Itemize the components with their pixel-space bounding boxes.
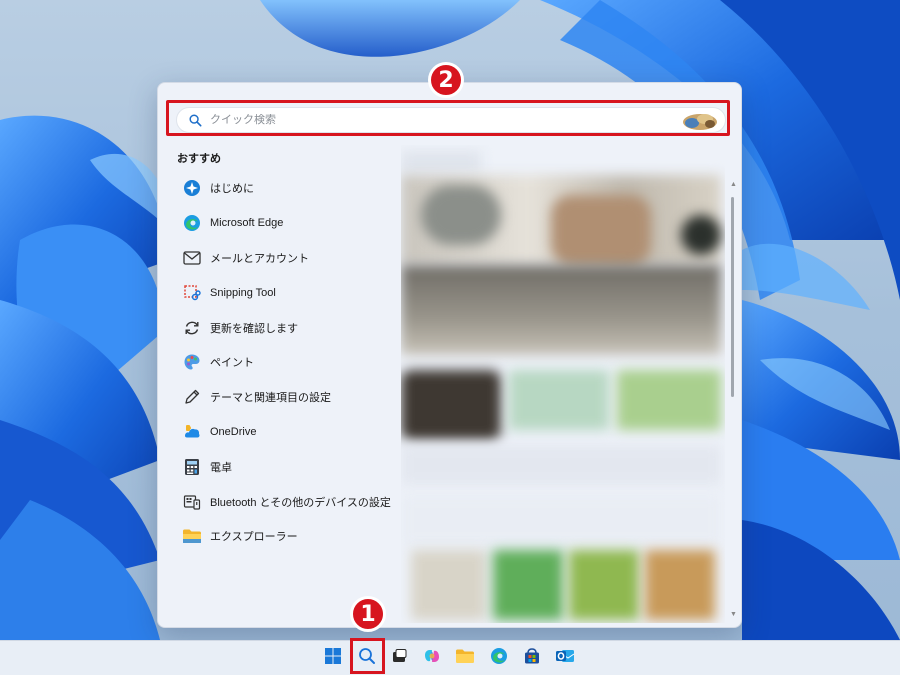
- blurred-tile: [401, 445, 721, 485]
- annotation-badge-2: 2: [428, 62, 464, 98]
- paint-palette-icon: [182, 352, 202, 372]
- taskbar-start-button[interactable]: [320, 645, 346, 671]
- list-item-paint[interactable]: ペイント: [172, 345, 396, 380]
- blurred-tile: [401, 370, 501, 440]
- mail-icon: [182, 248, 202, 268]
- annotation-badge-1: 1: [350, 596, 386, 632]
- blurred-tile: [421, 185, 501, 245]
- snipping-tool-icon: [182, 283, 202, 303]
- blurred-tile: [401, 265, 721, 355]
- pen-icon: [182, 387, 202, 407]
- blurred-tile: [493, 550, 563, 620]
- outlook-icon: [555, 647, 575, 670]
- list-item-onedrive[interactable]: OneDrive: [172, 415, 396, 450]
- store-icon: [523, 647, 541, 670]
- list-item-label: OneDrive: [210, 425, 257, 438]
- blurred-tile: [401, 495, 721, 545]
- calculator-icon: [182, 457, 202, 477]
- annotation-highlight-search-box: [166, 100, 730, 136]
- scroll-up-arrow-icon[interactable]: ▲: [730, 181, 737, 188]
- blurred-tile: [681, 215, 721, 255]
- taskbar-outlook-button[interactable]: [552, 645, 578, 671]
- blurred-tile: [617, 370, 721, 430]
- blurred-tile: [509, 370, 609, 430]
- blurred-content-area: [401, 145, 725, 623]
- recommended-heading: おすすめ: [177, 153, 221, 165]
- taskbar-store-button[interactable]: [519, 645, 545, 671]
- list-item-label: 更新を確認します: [210, 322, 298, 335]
- list-item-snipping-tool[interactable]: Snipping Tool: [172, 275, 396, 310]
- taskbar: [0, 640, 900, 675]
- devices-icon: [182, 492, 202, 512]
- search-panel: おすすめ はじめに Microsoft Edge メールとアカウント Snipp…: [157, 82, 742, 628]
- blurred-tile: [411, 550, 486, 620]
- blurred-tile: [569, 550, 639, 620]
- blurred-tile: [645, 550, 715, 620]
- list-item-get-started[interactable]: はじめに: [172, 171, 396, 206]
- blurred-tile: [551, 195, 651, 265]
- folder-icon: [182, 526, 202, 546]
- list-item-label: はじめに: [210, 183, 254, 196]
- copilot-icon: [423, 647, 441, 670]
- scroll-down-arrow-icon[interactable]: ▼: [730, 611, 737, 618]
- get-started-icon: [182, 178, 202, 198]
- onedrive-icon: [182, 422, 202, 442]
- scroll-thumb[interactable]: [731, 197, 734, 397]
- task-view-icon: [390, 647, 408, 670]
- list-item-file-explorer[interactable]: エクスプローラー: [172, 519, 396, 554]
- list-item-label: 電卓: [210, 461, 232, 474]
- taskbar-file-explorer-button[interactable]: [452, 645, 478, 671]
- list-item-check-updates[interactable]: 更新を確認します: [172, 310, 396, 345]
- list-item-label: Bluetooth とその他のデバイスの設定: [210, 496, 391, 509]
- list-item-edge[interactable]: Microsoft Edge: [172, 206, 396, 241]
- file-explorer-icon: [455, 648, 475, 669]
- taskbar-copilot-button[interactable]: [419, 645, 445, 671]
- annotation-highlight-taskbar-search: [350, 638, 385, 674]
- taskbar-edge-button[interactable]: [486, 645, 512, 671]
- recommended-list: はじめに Microsoft Edge メールとアカウント Snipping T…: [172, 171, 396, 554]
- edge-icon: [182, 213, 202, 233]
- list-item-bluetooth-settings[interactable]: Bluetooth とその他のデバイスの設定: [172, 484, 396, 519]
- refresh-icon: [182, 318, 202, 338]
- list-item-label: ペイント: [210, 357, 254, 370]
- scrollbar[interactable]: ▲ ▼: [730, 181, 737, 621]
- list-item-label: Microsoft Edge: [210, 217, 284, 230]
- edge-icon: [490, 647, 508, 670]
- list-item-calculator[interactable]: 電卓: [172, 449, 396, 484]
- list-item-label: エクスプローラー: [210, 531, 298, 544]
- list-item-mail-accounts[interactable]: メールとアカウント: [172, 241, 396, 276]
- list-item-label: メールとアカウント: [210, 252, 309, 265]
- list-item-theme-settings[interactable]: テーマと関連項目の設定: [172, 380, 396, 415]
- list-item-label: Snipping Tool: [210, 286, 276, 299]
- taskbar-task-view-button[interactable]: [386, 645, 412, 671]
- list-item-label: テーマと関連項目の設定: [210, 392, 331, 405]
- blurred-tile: [401, 151, 481, 173]
- windows-start-icon: [324, 647, 342, 670]
